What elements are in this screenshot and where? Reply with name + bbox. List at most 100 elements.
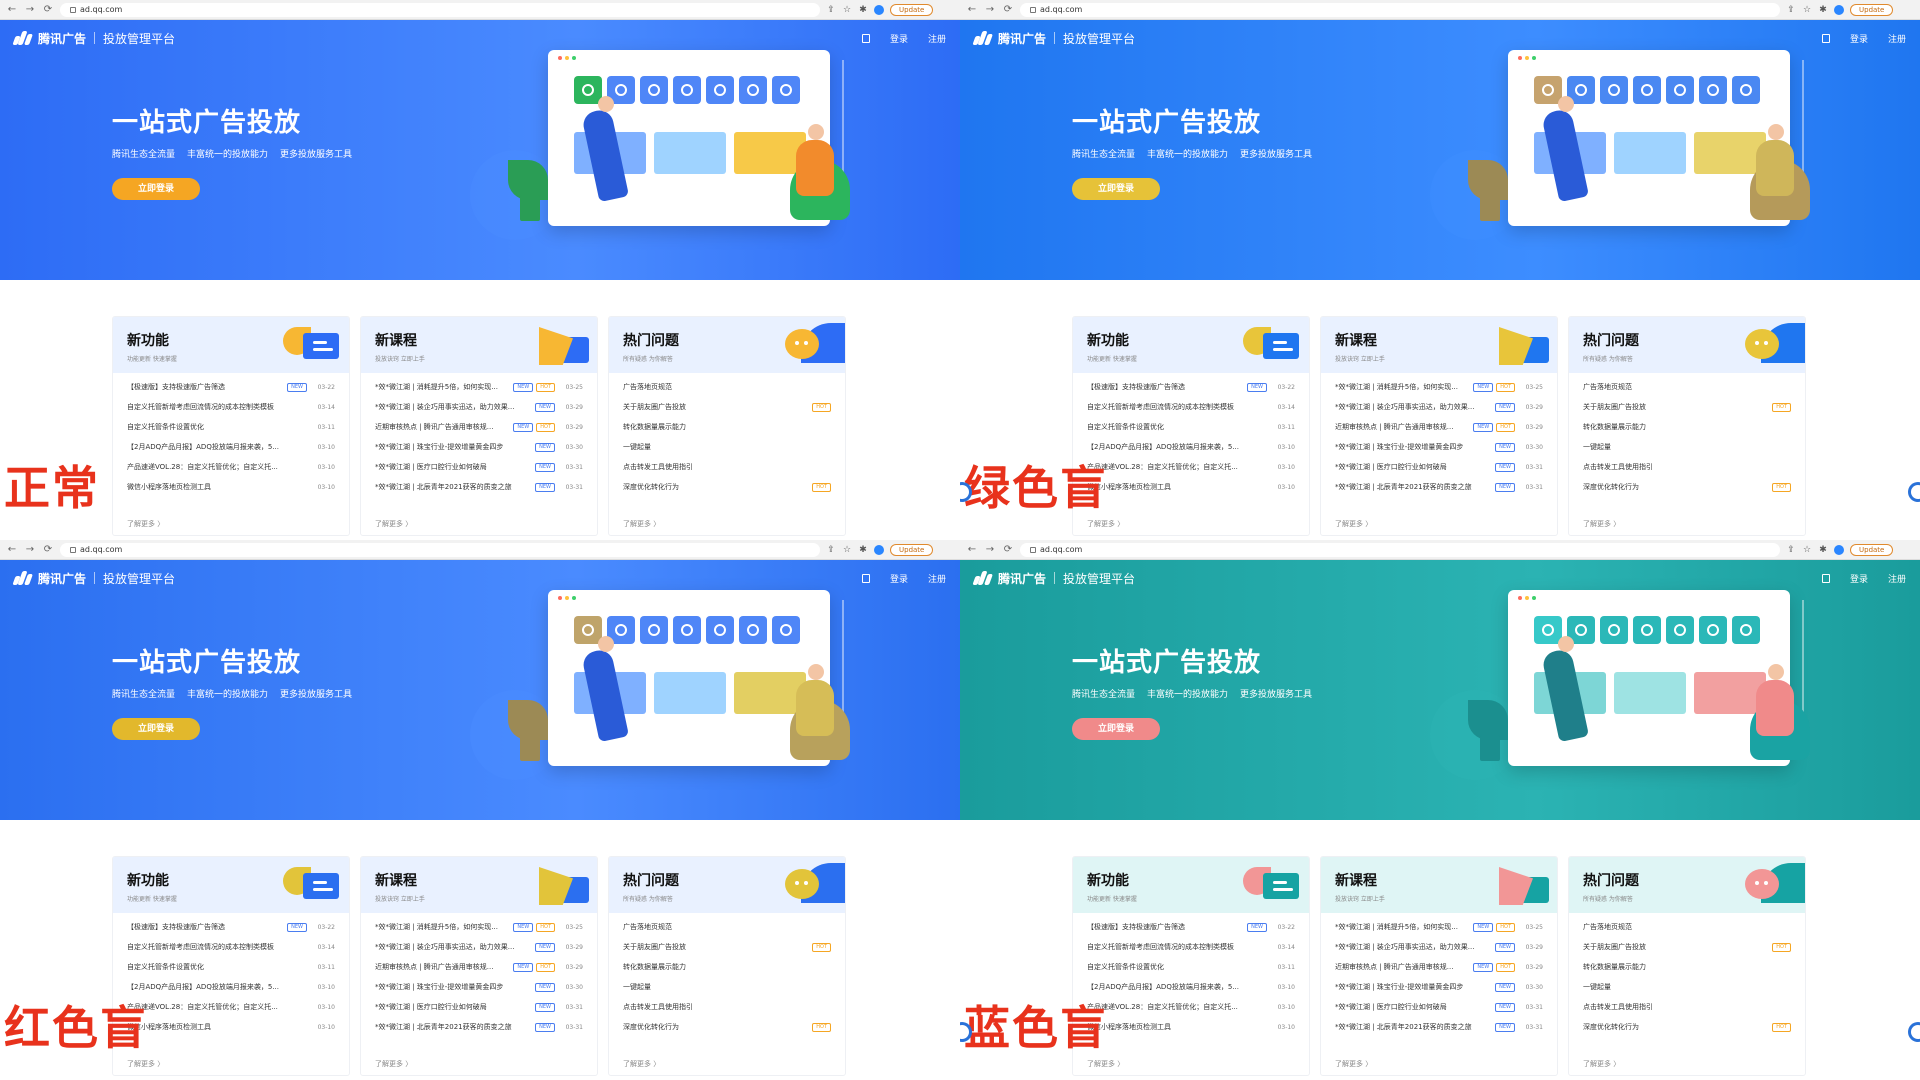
list-item[interactable]: 自定义托管条件设置优化 03-11 xyxy=(1087,417,1295,437)
list-item[interactable]: 广告落地页规范 xyxy=(1583,917,1791,937)
tencent-ads-logo-icon[interactable] xyxy=(972,31,994,45)
list-item[interactable]: 【极速版】支持极速版广告筛选 NEW 03-22 xyxy=(127,377,335,397)
share-icon[interactable]: ⇪ xyxy=(826,545,836,555)
login-now-button[interactable]: 立即登录 xyxy=(1072,178,1160,200)
list-item[interactable]: 深度优化转化行为 HOT xyxy=(1583,1017,1791,1037)
tencent-ads-logo-icon[interactable] xyxy=(12,571,34,585)
reload-icon[interactable]: ⟳ xyxy=(42,4,54,16)
card-new-courses[interactable]: 新课程 投放诀窍 立即上手 *效*微江湖 | 消耗提升5倍，如何实现... NEW H… xyxy=(1320,316,1558,536)
list-item[interactable]: *效*微江湖 | 珠宝行业-提效增量黄金四步 NEW 03-30 xyxy=(375,437,583,457)
list-item[interactable]: *效*微江湖 | 医疗口腔行业如何破局 NEW 03-31 xyxy=(375,997,583,1017)
reload-icon[interactable]: ⟳ xyxy=(1002,4,1014,16)
list-item[interactable]: 【极速版】支持极速版广告筛选 NEW 03-22 xyxy=(1087,377,1295,397)
card-hot-questions[interactable]: 热门问题 所有疑惑 为你解答 广告落地页规范 关于朋友圈广告投放 HOT 转化数据量展示… xyxy=(1568,316,1806,536)
learn-more-link[interactable]: 了解更多 〉 xyxy=(1087,519,1124,529)
register-link[interactable]: 注册 xyxy=(928,572,946,585)
register-link[interactable]: 注册 xyxy=(1888,572,1906,585)
reload-icon[interactable]: ⟳ xyxy=(1002,544,1014,556)
list-item[interactable]: 【极速版】支持极速版广告筛选 NEW 03-22 xyxy=(127,917,335,937)
list-item[interactable]: *效*微江湖 | 北辰青年2021获客的质变之旅 NEW 03-31 xyxy=(1335,1017,1543,1037)
forward-arrow-icon[interactable]: → xyxy=(24,544,36,556)
extensions-icon[interactable]: ✱ xyxy=(1818,545,1828,555)
card-hot-questions[interactable]: 热门问题 所有疑惑 为你解答 广告落地页规范 关于朋友圈广告投放 HOT 转化数据量展示… xyxy=(608,856,846,1076)
card-hot-questions[interactable]: 热门问题 所有疑惑 为你解答 广告落地页规范 关于朋友圈广告投放 HOT 转化数据量展示… xyxy=(1568,856,1806,1076)
forward-arrow-icon[interactable]: → xyxy=(984,4,996,16)
back-arrow-icon[interactable]: ← xyxy=(966,544,978,556)
learn-more-link[interactable]: 了解更多 〉 xyxy=(1583,1059,1620,1069)
learn-more-link[interactable]: 了解更多 〉 xyxy=(375,519,412,529)
register-link[interactable]: 注册 xyxy=(1888,32,1906,45)
list-item[interactable]: 深度优化转化行为 HOT xyxy=(1583,477,1791,497)
card-new-courses[interactable]: 新课程 投放诀窍 立即上手 *效*微江湖 | 消耗提升5倍，如何实现... NEW H… xyxy=(360,316,598,536)
list-item[interactable]: *效*微江湖 | 消耗提升5倍，如何实现... NEW HOT 03-25 xyxy=(375,377,583,397)
list-item[interactable]: 自定义托管条件设置优化 03-11 xyxy=(127,957,335,977)
mobile-icon[interactable] xyxy=(861,33,870,43)
update-button[interactable]: Update xyxy=(890,3,934,16)
star-icon[interactable]: ☆ xyxy=(842,5,852,15)
mobile-icon[interactable] xyxy=(1821,573,1830,583)
tencent-ads-logo-icon[interactable] xyxy=(12,31,34,45)
address-bar[interactable]: ad.qq.com xyxy=(60,2,820,17)
list-item[interactable]: 关于朋友圈广告投放 HOT xyxy=(623,937,831,957)
list-item[interactable]: 自定义托管新增考虑回流情况的成本控制类模板 03-14 xyxy=(1087,397,1295,417)
learn-more-link[interactable]: 了解更多 〉 xyxy=(1583,519,1620,529)
list-item[interactable]: *效*微江湖 | 珠宝行业-提效增量黄金四步 NEW 03-30 xyxy=(1335,437,1543,457)
list-item[interactable]: *效*微江湖 | 装企巧用事实迅达，助力效果... NEW 03-29 xyxy=(375,937,583,957)
forward-arrow-icon[interactable]: → xyxy=(24,4,36,16)
list-item[interactable]: *效*微江湖 | 医疗口腔行业如何破局 NEW 03-31 xyxy=(1335,457,1543,477)
address-bar[interactable]: ad.qq.com xyxy=(1020,542,1780,557)
list-item[interactable]: 深度优化转化行为 HOT xyxy=(623,477,831,497)
list-item[interactable]: 产品速递VOL.28：自定义托管优化；自定义托... 03-10 xyxy=(1087,457,1295,477)
learn-more-link[interactable]: 了解更多 〉 xyxy=(623,1059,660,1069)
list-item[interactable]: 近期审核热点 | 腾讯广告通用审核规... NEW HOT 03-29 xyxy=(1335,417,1543,437)
list-item[interactable]: 转化数据量展示能力 xyxy=(1583,957,1791,977)
reload-icon[interactable]: ⟳ xyxy=(42,544,54,556)
profile-avatar[interactable] xyxy=(1834,4,1844,15)
back-arrow-icon[interactable]: ← xyxy=(966,4,978,16)
login-link[interactable]: 登录 xyxy=(890,572,908,585)
back-arrow-icon[interactable]: ← xyxy=(6,4,18,16)
address-bar[interactable]: ad.qq.com xyxy=(60,542,820,557)
login-now-button[interactable]: 立即登录 xyxy=(112,718,200,740)
star-icon[interactable]: ☆ xyxy=(1802,5,1812,15)
list-item[interactable]: 关于朋友圈广告投放 HOT xyxy=(1583,397,1791,417)
list-item[interactable]: 一键起量 xyxy=(1583,977,1791,997)
list-item[interactable]: 关于朋友圈广告投放 HOT xyxy=(623,397,831,417)
list-item[interactable]: *效*微江湖 | 装企巧用事实迅达，助力效果... NEW 03-29 xyxy=(375,397,583,417)
learn-more-link[interactable]: 了解更多 〉 xyxy=(1335,1059,1372,1069)
list-item[interactable]: 一键起量 xyxy=(623,977,831,997)
list-item[interactable]: *效*微江湖 | 北辰青年2021获客的质变之旅 NEW 03-31 xyxy=(1335,477,1543,497)
list-item[interactable]: 【极速版】支持极速版广告筛选 NEW 03-22 xyxy=(1087,917,1295,937)
list-item[interactable]: 【2月ADQ产品月报】ADQ投放端月报来袭，5... 03-10 xyxy=(1087,437,1295,457)
list-item[interactable]: 近期审核热点 | 腾讯广告通用审核规... NEW HOT 03-29 xyxy=(375,417,583,437)
mobile-icon[interactable] xyxy=(1821,33,1830,43)
list-item[interactable]: 产品速递VOL.28：自定义托管优化；自定义托... 03-10 xyxy=(127,997,335,1017)
list-item[interactable]: 自定义托管条件设置优化 03-11 xyxy=(1087,957,1295,977)
update-button[interactable]: Update xyxy=(1850,543,1894,556)
list-item[interactable]: 自定义托管新增考虑回流情况的成本控制类模板 03-14 xyxy=(127,937,335,957)
share-icon[interactable]: ⇪ xyxy=(826,5,836,15)
list-item[interactable]: 【2月ADQ产品月报】ADQ投放端月报来袭，5... 03-10 xyxy=(127,977,335,997)
list-item[interactable]: 自定义托管新增考虑回流情况的成本控制类模板 03-14 xyxy=(1087,937,1295,957)
brand-name[interactable]: 腾讯广告 xyxy=(38,570,86,587)
list-item[interactable]: *效*微江湖 | 消耗提升5倍，如何实现... NEW HOT 03-25 xyxy=(375,917,583,937)
extensions-icon[interactable]: ✱ xyxy=(858,5,868,15)
register-link[interactable]: 注册 xyxy=(928,32,946,45)
list-item[interactable]: 近期审核热点 | 腾讯广告通用审核规... NEW HOT 03-29 xyxy=(375,957,583,977)
list-item[interactable]: 深度优化转化行为 HOT xyxy=(623,1017,831,1037)
list-item[interactable]: 点击转发工具使用指引 xyxy=(623,997,831,1017)
login-link[interactable]: 登录 xyxy=(890,32,908,45)
list-item[interactable]: 产品速递VOL.28：自定义托管优化；自定义托... 03-10 xyxy=(1087,997,1295,1017)
list-item[interactable]: 【2月ADQ产品月报】ADQ投放端月报来袭，5... 03-10 xyxy=(1087,977,1295,997)
list-item[interactable]: *效*微江湖 | 珠宝行业-提效增量黄金四步 NEW 03-30 xyxy=(1335,977,1543,997)
address-bar[interactable]: ad.qq.com xyxy=(1020,2,1780,17)
list-item[interactable]: 自定义托管条件设置优化 03-11 xyxy=(127,417,335,437)
list-item[interactable]: 点击转发工具使用指引 xyxy=(1583,457,1791,477)
list-item[interactable]: 关于朋友圈广告投放 HOT xyxy=(1583,937,1791,957)
share-icon[interactable]: ⇪ xyxy=(1786,5,1796,15)
floating-help-icon[interactable] xyxy=(1908,1022,1920,1042)
list-item[interactable]: *效*微江湖 | 消耗提升5倍，如何实现... NEW HOT 03-25 xyxy=(1335,377,1543,397)
list-item[interactable]: 点击转发工具使用指引 xyxy=(623,457,831,477)
profile-avatar[interactable] xyxy=(874,4,884,15)
list-item[interactable]: 广告落地页规范 xyxy=(623,377,831,397)
